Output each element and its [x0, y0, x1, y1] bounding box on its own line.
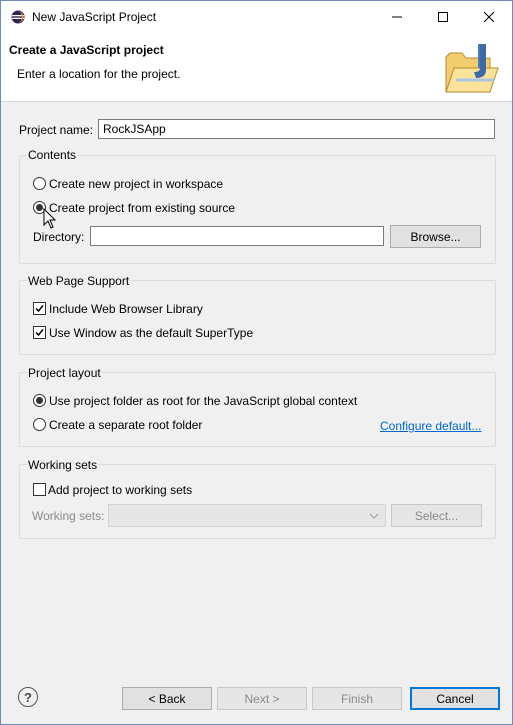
finish-button[interactable]: Finish [312, 687, 402, 710]
project-layout-title: Project layout [27, 366, 102, 380]
working-sets-combo[interactable] [108, 504, 386, 527]
title-bar: New JavaScript Project [1, 1, 512, 32]
directory-input[interactable] [90, 226, 384, 246]
javascript-folder-icon [445, 44, 499, 93]
working-sets-label: Working sets: [32, 509, 105, 523]
window-title: New JavaScript Project [32, 10, 157, 24]
minimize-icon [392, 16, 402, 17]
project-name-label: Project name: [19, 123, 94, 137]
project-layout-group [19, 372, 496, 447]
directory-label: Directory: [33, 230, 85, 244]
close-button[interactable] [466, 1, 512, 32]
add-to-working-sets-label[interactable]: Add project to working sets [48, 483, 192, 497]
web-page-support-group [19, 280, 496, 355]
configure-default-link[interactable]: Configure default... [380, 419, 481, 433]
page-title: Create a JavaScript project [9, 43, 164, 57]
project-name-input[interactable]: RockJSApp [98, 119, 495, 139]
include-browser-library-checkbox[interactable] [33, 302, 46, 315]
maximize-button[interactable] [420, 1, 466, 32]
minimize-button[interactable] [374, 1, 420, 32]
new-javascript-project-dialog: New JavaScript Project Create a JavaScri… [0, 0, 513, 725]
next-button[interactable]: Next > [217, 687, 307, 710]
project-folder-root-radio[interactable] [33, 394, 46, 407]
contents-group-title: Contents [27, 148, 78, 162]
add-to-working-sets-checkbox[interactable] [33, 483, 46, 496]
window-supertype-checkbox[interactable] [33, 326, 46, 339]
working-sets-group [19, 464, 496, 539]
eclipse-icon [11, 10, 25, 24]
window-supertype-label[interactable]: Use Window as the default SuperType [49, 326, 253, 340]
web-page-support-title: Web Page Support [27, 274, 131, 288]
cancel-button[interactable]: Cancel [410, 687, 500, 710]
checkmark-icon [35, 329, 44, 337]
create-from-existing-label[interactable]: Create project from existing source [49, 201, 235, 215]
project-folder-root-label[interactable]: Use project folder as root for the JavaS… [49, 394, 357, 408]
page-message: Enter a location for the project. [17, 67, 181, 81]
wizard-header: Create a JavaScript project Enter a loca… [1, 32, 512, 102]
separate-root-folder-label[interactable]: Create a separate root folder [49, 418, 202, 432]
separate-root-folder-radio[interactable] [33, 418, 46, 431]
create-new-project-radio[interactable] [33, 177, 46, 190]
select-working-sets-button[interactable]: Select... [391, 504, 482, 527]
close-icon [484, 11, 494, 22]
checkmark-icon [35, 305, 44, 313]
back-button[interactable]: < Back [122, 687, 212, 710]
maximize-icon [438, 11, 448, 22]
browse-button[interactable]: Browse... [390, 225, 481, 248]
include-browser-library-label[interactable]: Include Web Browser Library [49, 302, 203, 316]
chevron-down-icon [369, 513, 379, 519]
create-new-project-label[interactable]: Create new project in workspace [49, 177, 223, 191]
working-sets-title: Working sets [27, 458, 99, 472]
help-icon[interactable]: ? [18, 687, 38, 707]
mouse-cursor-icon [43, 208, 57, 229]
